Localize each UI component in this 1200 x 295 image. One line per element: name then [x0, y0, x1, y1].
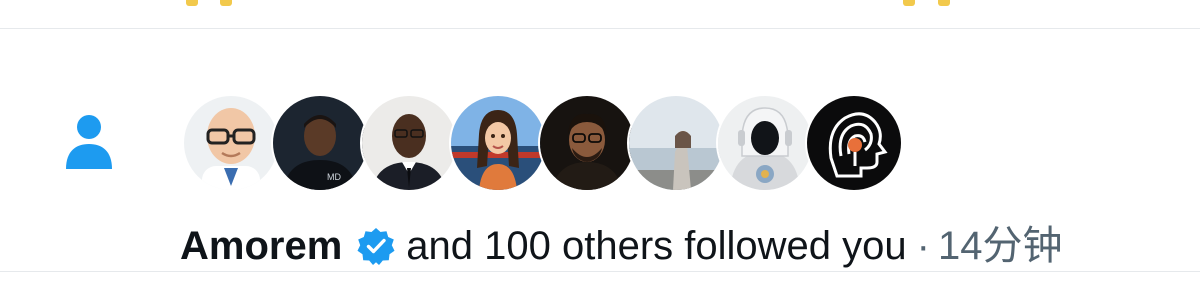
avatar-man-dark-shirt[interactable]: MD	[273, 96, 367, 190]
message-text: and 100 others followed you	[406, 224, 907, 268]
avatar-maze-head-logo[interactable]	[807, 96, 901, 190]
emoji-fragment	[186, 0, 198, 6]
follow-notification[interactable]: MD Amorem and 100 others followed you · …	[0, 29, 1200, 271]
timestamp: 14分钟	[937, 224, 1063, 268]
avatar-woman-seaside[interactable]	[629, 96, 723, 190]
avatar-cartoon-bald-glasses[interactable]	[184, 96, 278, 190]
svg-text:MD: MD	[327, 172, 341, 182]
emoji-fragment	[220, 0, 232, 6]
notification-message: Amorem and 100 others followed you · 14分…	[180, 221, 1062, 271]
person-icon	[66, 115, 112, 169]
emoji-fragment	[938, 0, 950, 6]
avatar-astronaut-hood[interactable]	[718, 96, 812, 190]
verified-badge-icon	[357, 228, 395, 265]
previous-notification-clip	[0, 0, 1200, 28]
divider	[0, 271, 1200, 272]
avatar-man-suit[interactable]	[362, 96, 456, 190]
emoji-fragment	[903, 0, 915, 6]
actor-name[interactable]: Amorem	[180, 221, 342, 271]
avatar-cartoon-woman[interactable]	[451, 96, 545, 190]
separator-dot: ·	[916, 224, 930, 268]
avatar-man-glasses-dark[interactable]	[540, 96, 634, 190]
